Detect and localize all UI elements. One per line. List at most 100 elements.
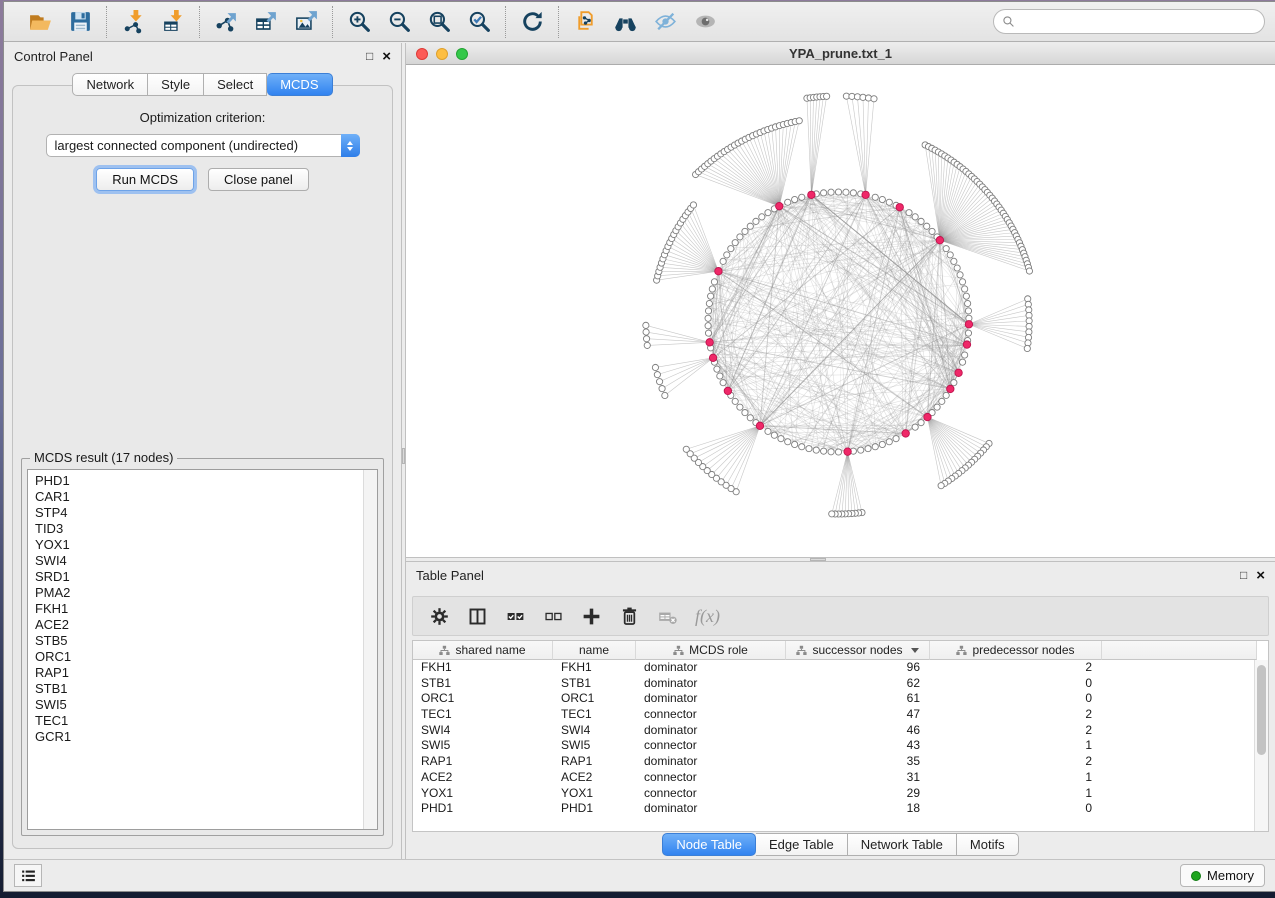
network-node[interactable]	[799, 444, 805, 450]
network-node[interactable]	[879, 196, 885, 202]
network-node[interactable]	[957, 272, 963, 278]
add-column-button[interactable]	[581, 606, 602, 627]
column-header-predecessor-nodes[interactable]: predecessor nodes	[930, 641, 1102, 660]
import-network-button[interactable]	[113, 6, 153, 38]
network-node[interactable]	[828, 449, 834, 455]
tab-style[interactable]: Style	[148, 73, 204, 96]
column-header-MCDS-role[interactable]: MCDS role	[636, 641, 786, 660]
result-list-item[interactable]: ACE2	[28, 617, 362, 633]
result-list-item[interactable]: YOX1	[28, 537, 362, 553]
zoom-selected-button[interactable]	[459, 6, 499, 38]
network-node[interactable]	[732, 398, 738, 404]
network-node[interactable]	[705, 323, 711, 329]
result-list-item[interactable]: TID3	[28, 521, 362, 537]
network-graph[interactable]	[406, 65, 1275, 557]
network-node[interactable]	[771, 432, 777, 438]
mcds-hub-node[interactable]	[896, 204, 903, 211]
network-node[interactable]	[886, 439, 892, 445]
network-node[interactable]	[717, 373, 723, 379]
mcds-hub-node[interactable]	[709, 354, 716, 361]
task-history-button[interactable]	[14, 864, 42, 887]
first-neighbors-button[interactable]	[605, 6, 645, 38]
result-list-scrollbar[interactable]	[363, 470, 377, 829]
network-node[interactable]	[965, 308, 971, 314]
mcds-hub-node[interactable]	[955, 369, 962, 376]
tab-network-table[interactable]: Network Table	[848, 833, 957, 856]
network-node[interactable]	[1024, 345, 1030, 351]
network-node[interactable]	[799, 194, 805, 200]
network-node[interactable]	[954, 265, 960, 271]
network-node[interactable]	[737, 234, 743, 240]
result-list-item[interactable]: SWI5	[28, 697, 362, 713]
network-node[interactable]	[824, 93, 830, 99]
network-node[interactable]	[924, 223, 930, 229]
zoom-fit-button[interactable]	[419, 6, 459, 38]
show-hidden-button[interactable]	[685, 6, 725, 38]
mcds-hub-node[interactable]	[947, 385, 954, 392]
column-header-successor-nodes[interactable]: successor nodes	[786, 641, 930, 660]
mcds-hub-node[interactable]	[808, 191, 815, 198]
network-node[interactable]	[714, 366, 720, 372]
column-header-name[interactable]: name	[553, 641, 636, 660]
mcds-hub-node[interactable]	[963, 341, 970, 348]
table-row[interactable]: SWI4SWI4dominator462	[413, 723, 1268, 739]
network-node[interactable]	[965, 300, 971, 306]
network-node[interactable]	[708, 293, 714, 299]
network-node[interactable]	[690, 202, 696, 208]
network-node[interactable]	[951, 380, 957, 386]
table-row[interactable]: PHD1PHD1dominator180	[413, 801, 1268, 817]
network-node[interactable]	[947, 252, 953, 258]
network-node[interactable]	[742, 228, 748, 234]
result-list-item[interactable]: RAP1	[28, 665, 362, 681]
result-list-item[interactable]: PHD1	[28, 473, 362, 489]
network-node[interactable]	[879, 441, 885, 447]
table-scrollbar[interactable]	[1254, 660, 1268, 831]
network-node[interactable]	[939, 398, 945, 404]
float-panel-icon[interactable]: □	[366, 50, 373, 62]
network-node[interactable]	[959, 359, 965, 365]
network-node[interactable]	[865, 446, 871, 452]
zoom-in-button[interactable]	[339, 6, 379, 38]
network-node[interactable]	[742, 410, 748, 416]
mcds-hub-node[interactable]	[924, 413, 931, 420]
search-input[interactable]	[1020, 15, 1256, 29]
network-node[interactable]	[778, 436, 784, 442]
network-node[interactable]	[828, 189, 834, 195]
network-node[interactable]	[652, 364, 658, 370]
network-node[interactable]	[711, 279, 717, 285]
table-row[interactable]: STB1STB1dominator620	[413, 676, 1268, 692]
node-table[interactable]: shared namenameMCDS rolesuccessor nodesp…	[412, 640, 1269, 832]
result-list-item[interactable]: CAR1	[28, 489, 362, 505]
result-list-item[interactable]: STB5	[28, 633, 362, 649]
network-node[interactable]	[893, 436, 899, 442]
mcds-hub-node[interactable]	[902, 430, 909, 437]
network-node[interactable]	[943, 246, 949, 252]
tab-edge-table[interactable]: Edge Table	[756, 833, 848, 856]
mcds-hub-node[interactable]	[706, 339, 713, 346]
network-node[interactable]	[747, 415, 753, 421]
network-node[interactable]	[806, 446, 812, 452]
network-node[interactable]	[705, 315, 711, 321]
result-list-item[interactable]: FKH1	[28, 601, 362, 617]
tab-motifs[interactable]: Motifs	[957, 833, 1019, 856]
network-node[interactable]	[659, 386, 665, 392]
mcds-hub-node[interactable]	[862, 191, 869, 198]
network-node[interactable]	[765, 428, 771, 434]
result-list-item[interactable]: SWI4	[28, 553, 362, 569]
network-node[interactable]	[796, 118, 802, 124]
network-node[interactable]	[709, 286, 715, 292]
result-list-item[interactable]: SRD1	[28, 569, 362, 585]
export-image-button[interactable]	[286, 6, 326, 38]
memory-button[interactable]: Memory	[1180, 864, 1265, 887]
table-row[interactable]: TEC1TEC1connector472	[413, 707, 1268, 723]
network-node[interactable]	[871, 96, 877, 102]
network-node[interactable]	[872, 194, 878, 200]
network-node[interactable]	[747, 223, 753, 229]
network-node[interactable]	[785, 199, 791, 205]
deselect-all-button[interactable]	[543, 606, 564, 627]
network-node[interactable]	[835, 449, 841, 455]
network-node[interactable]	[706, 300, 712, 306]
network-node[interactable]	[705, 308, 711, 314]
result-list-item[interactable]: PMA2	[28, 585, 362, 601]
import-table-button[interactable]	[153, 6, 193, 38]
